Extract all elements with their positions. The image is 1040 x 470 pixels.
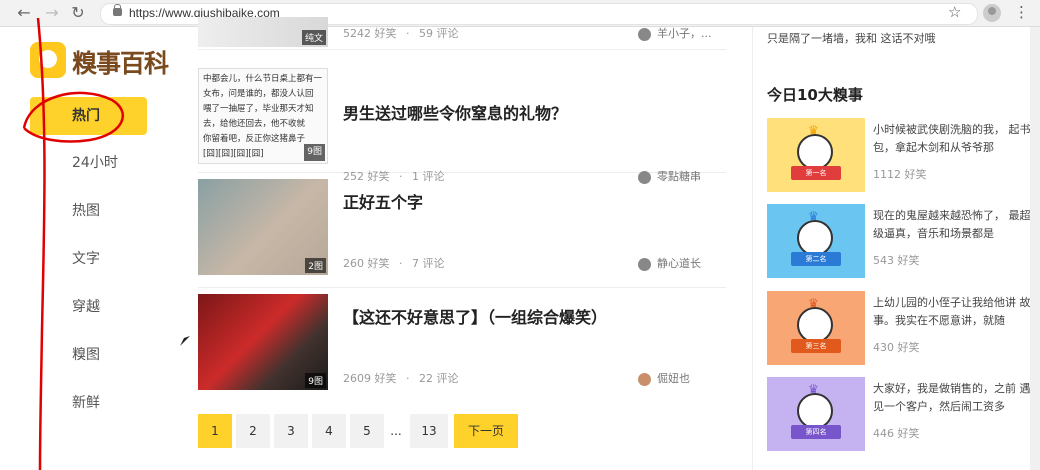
rank-label: 第三名 [791,339,841,353]
rank-3-badge[interactable]: ♛ 第三名 [767,291,865,365]
logo-mascot-icon [30,42,66,78]
sidebar-item-24h[interactable]: 24小时 [30,144,147,182]
mascot-icon [797,134,833,170]
rank-label: 第四名 [791,425,841,439]
article-stats: 2609 好笑 · 22 评论 [343,372,459,385]
comment-count[interactable]: 59 评论 [419,27,459,40]
sidebar-item-text[interactable]: 文字 [30,240,147,278]
author-name[interactable]: 静心道长 [657,257,701,270]
thumbnail-text-line: 女布，问是谁的，都没人认回 [203,89,314,99]
article-author[interactable]: 羊小子，... [638,25,712,41]
thumbnail-badge: 9图 [305,373,326,388]
article-title[interactable]: 正好五个字 [343,189,423,213]
sidebar: 糗事百科 热门 24小时 热图 文字 穿越 糗图 新鲜 [0,27,175,470]
rank-label: 第二名 [791,252,841,266]
page-5-button[interactable]: 5 [350,414,384,448]
laugh-count: 5242 好笑 [343,27,397,40]
bookmark-star-icon[interactable]: ☆ [948,3,961,21]
mascot-icon [797,307,833,343]
article-item[interactable]: 纯文 5242 好笑 · 59 评论 羊小子，... [198,17,726,50]
thumbnail-badge: 9图 [304,144,325,161]
top10-item[interactable]: ♛ 第四名 大家好，我是做销售的，之前 遇见一个客户，然后闹工资多 446 好笑 [767,377,1037,452]
sidebar-item-fresh[interactable]: 新鲜 [30,384,147,422]
rank-1-badge[interactable]: ♛ 第一名 [767,118,865,192]
article-item[interactable]: 9图 【这还不好意思了】（一组综合爆笑） 2609 好笑 · 22 评论 倔妞也 [198,288,726,400]
article-thumbnail[interactable]: 中都会儿，什么节日桌上都有一 女布，问是谁的，都没人认回 喂了一抽屉了，毕业那天… [198,68,328,164]
author-name[interactable]: 倔妞也 [657,372,690,385]
top10-item-text[interactable]: 上幼儿园的小侄子让我给他讲 故事。我实在不愿意讲，就随 [873,294,1033,330]
top10-item-laughs: 1112 好笑 [873,168,927,181]
article-thumbnail[interactable]: 9图 [198,294,328,390]
rank-4-badge[interactable]: ♛ 第四名 [767,377,865,451]
top10-card: 只是隔了一堵墙，我和 这话不对哦 今日10大糗事 ♛ 第一名 小时候被武侠剧洗脑… [752,27,1031,470]
mascot-icon [797,393,833,429]
top10-item-laughs: 543 好笑 [873,254,920,267]
back-icon[interactable]: ← [14,3,34,23]
article-stats: 5242 好笑 · 59 评论 [343,27,459,40]
forward-icon[interactable]: → [42,3,62,23]
next-page-button[interactable]: 下一页 [454,414,518,448]
article-feed: 纯文 5242 好笑 · 59 评论 羊小子，... 中都会儿，什么节日桌上都有… [198,17,728,470]
article-thumbnail[interactable]: 纯文 [198,17,328,47]
comment-count[interactable]: 22 评论 [419,372,459,385]
article-title[interactable]: 【这还不好意思了】（一组综合爆笑） [343,304,607,328]
right-panel: 只是隔了一堵墙，我和 这话不对哦 今日10大糗事 ♛ 第一名 小时候被武侠剧洗脑… [752,27,1031,470]
lock-icon [113,4,122,16]
sidebar-item-pics[interactable]: 糗图 [30,336,147,374]
thumbnail-badge: 2图 [305,258,326,273]
top10-item-text[interactable]: 大家好，我是做销售的，之前 遇见一个客户，然后闹工资多 [873,380,1033,416]
thumbnail-text-line: 喂了一抽屉了，毕业那天才知 [203,104,314,114]
sidebar-item-history[interactable]: 穿越 [30,288,147,326]
top10-item-laughs: 446 好笑 [873,427,920,440]
top10-item-laughs: 430 好笑 [873,341,920,354]
author-avatar[interactable] [638,27,651,41]
page-13-button[interactable]: 13 [410,414,448,448]
author-avatar[interactable] [638,372,651,386]
sidebar-item-hot[interactable]: 热门 [30,97,147,135]
mascot-icon [797,220,833,256]
article-stats: 260 好笑 · 7 评论 [343,257,445,270]
page-4-button[interactable]: 4 [312,414,346,448]
top10-item[interactable]: ♛ 第一名 小时候被武侠剧洗脑的我， 起书包，拿起木剑和从爷爷那 1112 好笑 [767,118,1037,193]
top10-item[interactable]: ♛ 第三名 上幼儿园的小侄子让我给他讲 故事。我实在不愿意讲，就随 430 好笑 [767,291,1037,366]
article-title[interactable]: 男生送过哪些令你窒息的礼物？ [343,100,567,124]
article-item[interactable]: 2图 正好五个字 260 好笑 · 7 评论 静心道长 [198,173,726,288]
author-avatar[interactable] [638,257,651,271]
sidebar-item-hot-pics[interactable]: 热图 [30,192,147,230]
profile-avatar[interactable] [983,4,1001,22]
rank-label: 第一名 [791,166,841,180]
article-item[interactable]: 中都会儿，什么节日桌上都有一 女布，问是谁的，都没人认回 喂了一抽屉了，毕业那天… [198,60,726,184]
article-author[interactable]: 静心道长 [638,255,701,271]
top10-item-text[interactable]: 现在的鬼屋越来越恐怖了， 最超级逼真，音乐和场景都是 [873,207,1033,243]
thumbnail-text-line: 中都会儿，什么节日桌上都有一 [203,74,323,84]
browser-menu-icon[interactable]: ⋮ [1014,3,1029,21]
article-thumbnail[interactable]: 2图 [198,179,328,275]
thumbnail-text-line: 去，给他还回去，他不收就 [203,119,306,129]
top-snippet[interactable]: 只是隔了一堵墙，我和 这话不对哦 [767,30,936,46]
laugh-count: 260 好笑 [343,257,390,270]
logo-text: 糗事百科 [72,49,169,78]
laugh-count: 2609 好笑 [343,372,397,385]
thumbnail-badge: 纯文 [301,30,326,45]
top10-item-text[interactable]: 小时候被武侠剧洗脑的我， 起书包，拿起木剑和从爷爷那 [873,121,1033,157]
page-2-button[interactable]: 2 [236,414,270,448]
rank-2-badge[interactable]: ♛ 第二名 [767,204,865,278]
article-author[interactable]: 倔妞也 [638,370,690,386]
page-ellipsis: ... [390,424,402,438]
page-1-button[interactable]: 1 [198,414,232,448]
top10-title: 今日10大糗事 [767,86,863,104]
cursor-pen-icon [180,336,190,346]
reload-icon[interactable]: ↻ [68,3,88,23]
page-scrollbar[interactable] [1030,27,1040,470]
page-3-button[interactable]: 3 [274,414,308,448]
comment-count[interactable]: 7 评论 [412,257,445,270]
author-name[interactable]: 羊小子，... [657,27,712,40]
top10-item[interactable]: ♛ 第二名 现在的鬼屋越来越恐怖了， 最超级逼真，音乐和场景都是 543 好笑 [767,204,1037,279]
